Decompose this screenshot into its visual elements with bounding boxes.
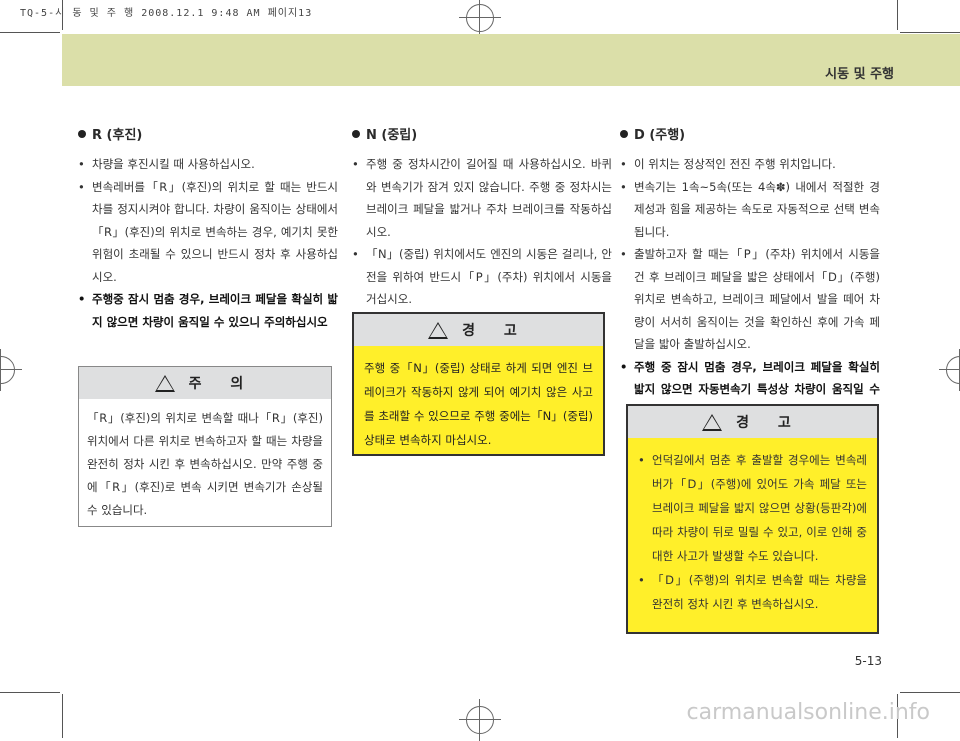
warning-text: 주행 중「N」(중립) 상태로 하게 되면 엔진 브레이크가 작동하지 않게 되…	[354, 346, 603, 454]
list-item: 언덕길에서 멈춘 후 출발할 경우에는 변속레버가「D」(주행)에 있어도 가속…	[638, 448, 867, 568]
bullet-dot-icon	[352, 129, 360, 138]
section-r-list: 차량을 후진시킬 때 사용하십시오. 변속레버를「R」(후진)의 위치로 할 때…	[78, 153, 338, 333]
section-n-title: N (중립)	[352, 124, 612, 143]
page-number: 5-13	[854, 654, 882, 668]
caution-box: ! 주 의 「R」(후진)의 위치로 변속할 때나「R」(후진) 위치에서 다른…	[78, 366, 332, 527]
caution-title: 주 의	[188, 376, 256, 392]
section-d-list: 이 위치는 정상적인 전진 주행 위치입니다. 변속기는 1속~5속(또는 4속…	[620, 153, 880, 423]
crop-mark	[0, 692, 60, 693]
section-n: N (중립) 주행 중 정차시간이 길어질 때 사용하십시오. 바퀴와 변속기가…	[352, 124, 612, 311]
header-title: 시동 및 주행	[825, 67, 894, 82]
caution-text: 「R」(후진)의 위치로 변속할 때나「R」(후진) 위치에서 다른 위치로 변…	[87, 411, 323, 517]
print-info: TQ-5-시 동 및 주 행 2008.12.1 9:48 AM 페이지13	[20, 8, 313, 19]
bullet-dot-icon	[620, 129, 628, 138]
crop-mark	[62, 0, 63, 30]
watermark-text: carmanualsonline.info	[686, 700, 930, 725]
registration-mark-left	[0, 349, 22, 391]
section-r: R (후진) 차량을 후진시킬 때 사용하십시오. 변속레버를「R」(후진)의 …	[78, 124, 338, 333]
list-item: 주행 중 정차시간이 길어질 때 사용하십시오. 바퀴와 변속기가 잠겨 있지 …	[352, 153, 612, 243]
warning-triangle-icon: !	[428, 321, 449, 339]
list-item: 이 위치는 정상적인 전진 주행 위치입니다.	[620, 153, 880, 176]
warning-list: 언덕길에서 멈춘 후 출발할 경우에는 변속레버가「D」(주행)에 있어도 가속…	[638, 448, 867, 616]
list-item: 변속기는 1속~5속(또는 4속✽) 내에서 적절한 경제성과 힘을 제공하는 …	[620, 176, 880, 244]
crop-mark	[900, 692, 960, 693]
warning-box-mid: ! 경 고 주행 중「N」(중립) 상태로 하게 되면 엔진 브레이크가 작동하…	[352, 312, 605, 456]
warning-box-right: ! 경 고 언덕길에서 멈춘 후 출발할 경우에는 변속레버가「D」(주행)에 …	[626, 404, 879, 634]
registration-mark-bottom	[459, 699, 501, 741]
section-r-title-text: R (후진)	[92, 128, 143, 143]
warning-triangle-icon: !	[702, 413, 723, 431]
list-item: 차량을 후진시킬 때 사용하십시오.	[78, 153, 338, 176]
section-n-title-text: N (중립)	[366, 128, 418, 143]
warning-header: ! 경 고	[354, 314, 603, 346]
crop-mark	[0, 32, 60, 33]
list-item: 주행중 잠시 멈춤 경우, 브레이크 페달을 확실히 밟지 않으면 차량이 움직…	[78, 288, 338, 333]
section-r-title: R (후진)	[78, 124, 338, 143]
list-item: 출발하고자 할 때는「P」(주차) 위치에서 시동을 건 후 브레이크 페달을 …	[620, 243, 880, 356]
section-n-list: 주행 중 정차시간이 길어질 때 사용하십시오. 바퀴와 변속기가 잠겨 있지 …	[352, 153, 612, 311]
section-d-title-text: D (주행)	[634, 128, 686, 143]
crop-mark	[900, 32, 960, 33]
list-item: 변속레버를「R」(후진)의 위치로 할 때는 반드시 차를 정지시켜야 합니다.…	[78, 176, 338, 289]
list-item: 「D」(주행)의 위치로 변속할 때는 차량을 완전히 정차 시킨 후 변속하십…	[638, 568, 867, 616]
bullet-dot-icon	[78, 129, 86, 138]
section-d-title: D (주행)	[620, 124, 880, 143]
warning-title: 경 고	[462, 323, 529, 339]
caution-header: ! 주 의	[79, 367, 331, 399]
list-item: 「N」(중립) 위치에서도 엔진의 시동은 걸리나, 안전을 위하여 반드시「P…	[352, 243, 612, 311]
warning-content: 언덕길에서 멈춘 후 출발할 경우에는 변속레버가「D」(주행)에 있어도 가속…	[628, 438, 877, 632]
registration-mark-top	[459, 0, 501, 39]
crop-mark	[897, 0, 898, 30]
section-d: D (주행) 이 위치는 정상적인 전진 주행 위치입니다. 변속기는 1속~5…	[620, 124, 880, 423]
crop-mark	[62, 694, 63, 738]
warning-triangle-icon: !	[154, 374, 175, 392]
warning-title: 경 고	[736, 415, 803, 431]
registration-mark-right	[939, 349, 960, 391]
warning-header: ! 경 고	[628, 406, 877, 438]
